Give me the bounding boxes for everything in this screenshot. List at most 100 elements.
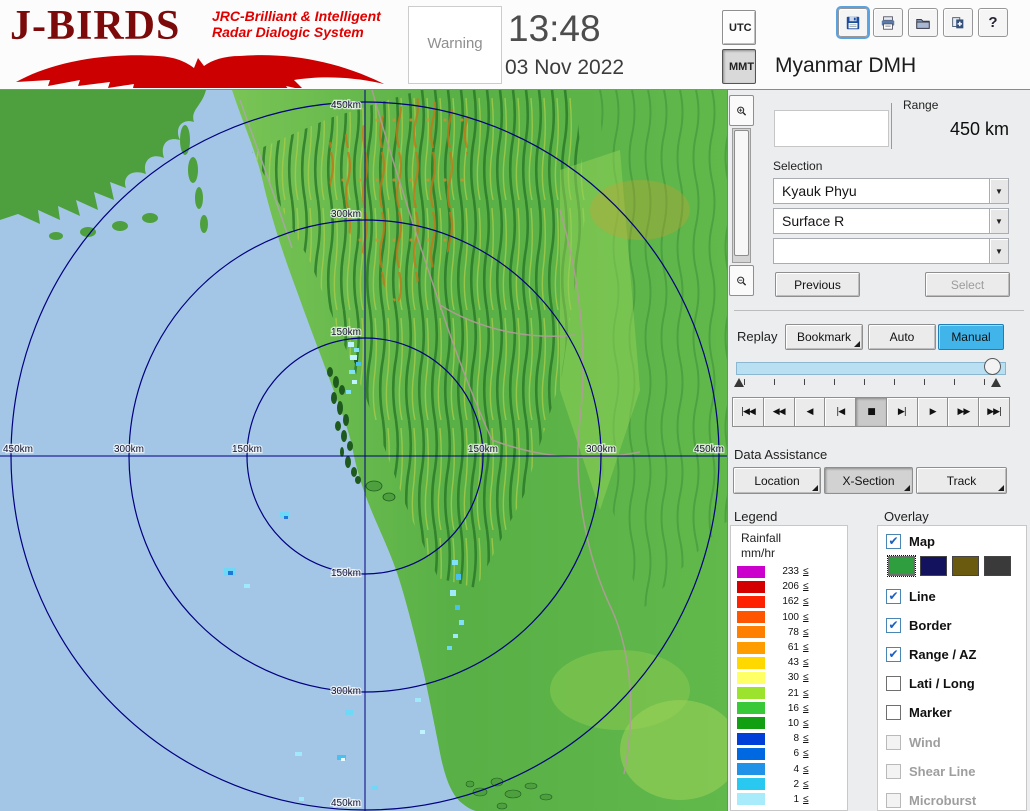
- legend-operator: ≤: [803, 642, 809, 653]
- map-color-swatch-3[interactable]: [952, 556, 979, 576]
- chevron-down-icon[interactable]: ▼: [989, 179, 1008, 203]
- playback-play[interactable]: ▶: [917, 397, 949, 427]
- checkbox[interactable]: ✔: [886, 647, 901, 662]
- legend-row: 8≤: [731, 731, 847, 746]
- overlay-item-wind: Wind: [886, 732, 941, 752]
- playback-fast-forward[interactable]: ▶▶: [947, 397, 979, 427]
- map-color-swatch-1[interactable]: [888, 556, 915, 576]
- slider-tick: [834, 379, 835, 385]
- slider-start-marker[interactable]: [734, 378, 744, 387]
- playback-skip-to-start[interactable]: |◀◀: [732, 397, 764, 427]
- zoom-out-button[interactable]: [729, 265, 754, 296]
- track-button[interactable]: Track: [916, 467, 1007, 494]
- chevron-down-icon[interactable]: ▼: [989, 239, 1008, 263]
- overlay-item-microburst: Microburst: [886, 790, 976, 810]
- zoom-scrollbar-thumb[interactable]: [734, 130, 749, 256]
- svg-text:150km: 150km: [331, 568, 361, 579]
- replay-slider-track[interactable]: [736, 362, 1006, 375]
- overlay-item-label: Range / AZ: [909, 647, 976, 662]
- app-subtitle-line1: JRC-Brilliant & Intelligent: [212, 8, 381, 24]
- legend-row: 1≤: [731, 792, 847, 807]
- open-folder-button[interactable]: [908, 8, 938, 37]
- select-button[interactable]: Select: [925, 272, 1010, 297]
- legend-rows: 233≤206≤162≤100≤78≤61≤43≤30≤21≤16≤10≤8≤6…: [731, 564, 847, 807]
- print-button[interactable]: [873, 8, 903, 37]
- magnifier-minus-icon: [736, 271, 747, 291]
- help-button[interactable]: ?: [978, 8, 1008, 37]
- playback-step-forward[interactable]: ▶|: [886, 397, 918, 427]
- x-section-button[interactable]: X-Section: [824, 467, 913, 494]
- legend-row: 4≤: [731, 761, 847, 776]
- overlay-title: Overlay: [884, 509, 929, 524]
- legend-value: 61: [771, 642, 799, 653]
- checkbox[interactable]: [886, 676, 901, 691]
- map-color-swatch-4[interactable]: [984, 556, 1011, 576]
- mmt-button[interactable]: MMT: [722, 49, 756, 84]
- clock-date: 03 Nov 2022: [505, 56, 624, 80]
- checkbox[interactable]: ✔: [886, 618, 901, 633]
- legend-heading2: mm/hr: [741, 546, 775, 560]
- map-color-swatches: [888, 556, 1011, 576]
- save-button[interactable]: [838, 8, 868, 37]
- bookmark-button[interactable]: Bookmark: [785, 324, 863, 350]
- legend-value: 43: [771, 657, 799, 668]
- legend-operator: ≤: [803, 566, 809, 577]
- legend-row: 16≤: [731, 701, 847, 716]
- legend-operator: ≤: [803, 688, 809, 699]
- radar-map-viewport[interactable]: 450km300km150km150km300km450km450km300km…: [0, 90, 728, 811]
- checkbox[interactable]: [886, 705, 901, 720]
- replay-slider-handle[interactable]: [984, 358, 1001, 375]
- svg-text:150km: 150km: [331, 327, 361, 338]
- legend-color-swatch: [737, 687, 765, 699]
- checkbox[interactable]: ✔: [886, 589, 901, 604]
- overlay-item-line[interactable]: ✔Line: [886, 586, 936, 606]
- data-assistance-label: Data Assistance: [734, 447, 827, 462]
- overlay-item-lati-long[interactable]: Lati / Long: [886, 674, 975, 694]
- extra-dropdown[interactable]: ▼: [773, 238, 1009, 264]
- site-dropdown[interactable]: Kyauk Phyu ▼: [773, 178, 1009, 204]
- checkbox[interactable]: ✔: [886, 534, 901, 549]
- legend-row: 43≤: [731, 655, 847, 670]
- manual-button[interactable]: Manual: [938, 324, 1004, 350]
- legend-value: 8: [771, 733, 799, 744]
- legend-color-swatch: [737, 702, 765, 714]
- overlay-item-label: Microburst: [909, 793, 976, 808]
- zoom-scrollbar[interactable]: [732, 128, 751, 263]
- overlay-item-marker[interactable]: Marker: [886, 703, 952, 723]
- playback-step-back[interactable]: |◀: [824, 397, 856, 427]
- chevron-down-icon[interactable]: ▼: [989, 209, 1008, 233]
- app-subtitle-line2: Radar Dialogic System: [212, 24, 364, 40]
- playback-stop[interactable]: ■: [855, 397, 887, 427]
- previous-button[interactable]: Previous: [775, 272, 860, 297]
- location-button[interactable]: Location: [733, 467, 821, 494]
- legend-value: 2: [771, 779, 799, 790]
- slider-tick: [864, 379, 865, 385]
- playback-fast-rewind[interactable]: ◀◀: [763, 397, 795, 427]
- zoom-in-button[interactable]: [729, 95, 754, 126]
- product-dropdown[interactable]: Surface R ▼: [773, 208, 1009, 234]
- overlay-item-border[interactable]: ✔ Border: [886, 615, 952, 635]
- legend-operator: ≤: [803, 748, 809, 759]
- legend-color-swatch: [737, 748, 765, 760]
- legend-color-swatch: [737, 566, 765, 578]
- utc-button[interactable]: UTC: [722, 10, 756, 45]
- overlay-item-map[interactable]: ✔Map: [886, 531, 935, 551]
- range-label: Range: [903, 98, 938, 112]
- warning-panel: Warning: [408, 6, 502, 84]
- svg-text:300km: 300km: [586, 444, 616, 455]
- overlay-item-label: Border: [909, 618, 952, 633]
- slider-end-marker[interactable]: [991, 378, 1001, 387]
- playback-play-reverse[interactable]: ◀: [794, 397, 826, 427]
- legend-operator: ≤: [803, 581, 809, 592]
- legend-row: 100≤: [731, 610, 847, 625]
- legend-value: 78: [771, 627, 799, 638]
- overlay-item-range-az[interactable]: ✔ Range / AZ: [886, 644, 976, 664]
- legend-color-swatch: [737, 642, 765, 654]
- map-color-swatch-2[interactable]: [920, 556, 947, 576]
- svg-text:150km: 150km: [468, 444, 498, 455]
- export-button[interactable]: [943, 8, 973, 37]
- range-divider: [891, 103, 892, 149]
- auto-button[interactable]: Auto: [868, 324, 936, 350]
- control-panel: Range 450 km Selection Kyauk Phyu ▼ Surf…: [728, 90, 1030, 811]
- playback-skip-to-end[interactable]: ▶▶|: [978, 397, 1010, 427]
